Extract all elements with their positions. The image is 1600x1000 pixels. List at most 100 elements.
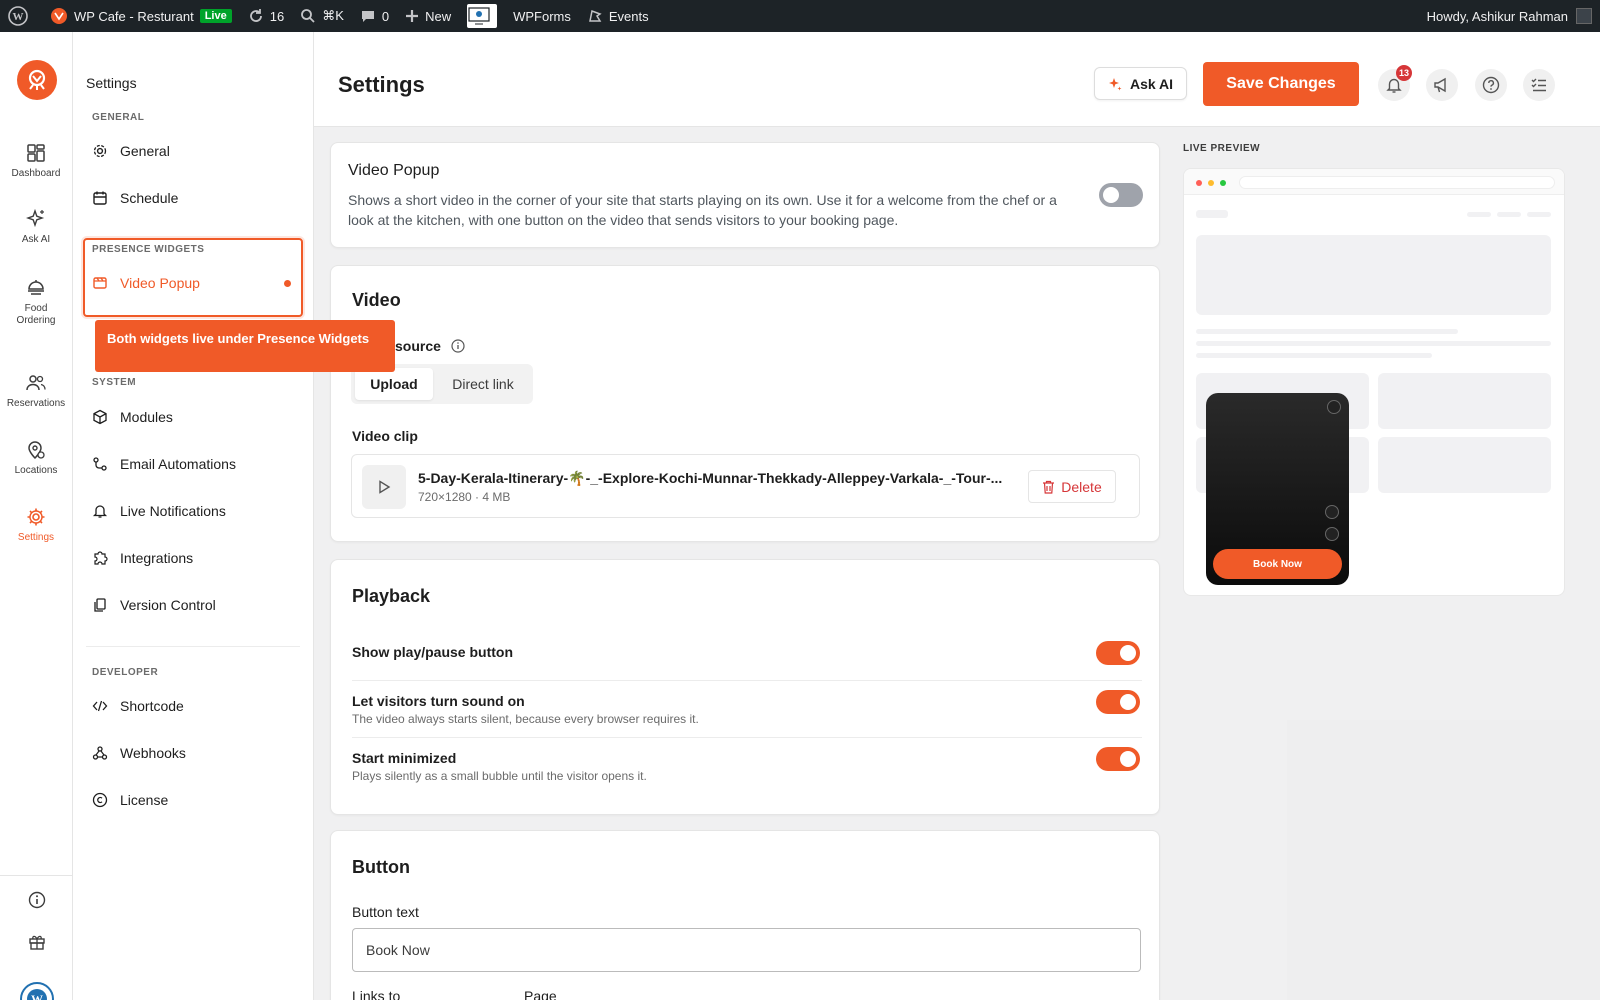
wp-admin-bar: W WP Cafe - Resturant Live 16 ⌘K 0 New W…: [0, 0, 1600, 32]
wordpress-circle-icon[interactable]: W: [20, 982, 54, 1000]
button-text-input[interactable]: Book Now: [352, 928, 1141, 972]
rail-item-ask-ai[interactable]: Ask AI: [0, 196, 72, 258]
nav-item-general[interactable]: General: [86, 132, 300, 170]
section-general: GENERAL: [92, 112, 145, 123]
announcements-button[interactable]: [1426, 69, 1458, 101]
sound-on-toggle[interactable]: [1096, 690, 1140, 714]
sparkle-icon: [26, 208, 45, 227]
nav-item-modules[interactable]: Modules: [86, 398, 300, 436]
info-icon[interactable]: [451, 339, 465, 353]
megaphone-icon: [1434, 77, 1446, 93]
button-card: Button Button text Book Now Links to Pag…: [330, 830, 1160, 1000]
toggle-knob: [1120, 751, 1136, 767]
page-title: Settings: [338, 72, 425, 97]
video-popup-title: Video Popup: [348, 162, 440, 179]
skeleton-block: [1467, 212, 1491, 217]
skeleton-block: [1196, 210, 1228, 218]
skeleton-hero: [1196, 235, 1551, 315]
nav-label: Integrations: [120, 550, 194, 566]
events-link[interactable]: Events: [579, 0, 657, 32]
nav-item-shortcode[interactable]: Shortcode: [86, 687, 300, 725]
video-popup-enable-toggle[interactable]: [1099, 183, 1143, 207]
sparkle-icon: [1108, 77, 1122, 90]
user-account-link[interactable]: Howdy, Ashikur Rahman: [1419, 0, 1600, 32]
help-button[interactable]: [1475, 69, 1507, 101]
files-icon: [94, 598, 106, 612]
tab-direct-link[interactable]: Direct link: [437, 368, 529, 400]
save-changes-button[interactable]: Save Changes: [1203, 62, 1359, 106]
skeleton-card: [1378, 437, 1551, 493]
start-minimized-toggle[interactable]: [1096, 747, 1140, 771]
svg-text:W: W: [13, 11, 24, 23]
ask-ai-label: Ask AI: [1129, 75, 1174, 92]
nav-label: Shortcode: [120, 698, 184, 714]
links-to-label: Links to: [352, 988, 401, 1000]
skeleton-card: [1378, 373, 1551, 429]
section-presence-widgets: PRESENCE WIDGETS: [92, 244, 205, 255]
updates-link[interactable]: 16: [240, 0, 292, 32]
settings-nav-title: Settings: [86, 75, 137, 91]
wpcafe-logo-icon[interactable]: [17, 60, 57, 100]
comments-count: 0: [381, 8, 390, 24]
rail-item-locations[interactable]: Locations: [0, 427, 72, 489]
rail-item-food-ordering[interactable]: Food Ordering: [0, 270, 72, 334]
show-play-pause-toggle[interactable]: [1096, 641, 1140, 665]
info-icon[interactable]: [27, 890, 47, 910]
gear-icon: [93, 144, 107, 158]
nav-item-video-popup[interactable]: Video Popup: [86, 264, 300, 302]
nav-item-integrations[interactable]: Integrations: [86, 539, 300, 577]
skeleton-line: [1196, 329, 1458, 334]
search-shortcut-label: ⌘K: [322, 8, 344, 23]
nav-label: Video Popup: [120, 275, 200, 291]
tab-upload[interactable]: Upload: [355, 368, 433, 400]
new-content-link[interactable]: New: [397, 0, 459, 32]
plus-icon: [406, 10, 419, 22]
rail-item-reservations[interactable]: Reservations: [0, 360, 72, 422]
video-clip-item: 5-Day-Kerala-Itinerary-🌴-_-Explore-Kochi…: [351, 454, 1140, 518]
rail-label: Food Ordering: [16, 302, 56, 326]
nav-item-license[interactable]: License: [86, 781, 300, 819]
wordpress-logo-icon[interactable]: W: [0, 0, 42, 32]
clip-play-button[interactable]: [362, 465, 406, 509]
playback-card: Playback Show play/pause button Let visi…: [330, 559, 1160, 815]
rail-item-dashboard[interactable]: Dashboard: [0, 130, 72, 192]
rail-item-settings[interactable]: Settings: [0, 492, 72, 558]
playback-row-label: Let visitors turn sound on: [352, 693, 525, 709]
search-shortcut[interactable]: ⌘K: [292, 0, 352, 32]
preview-url-bar: [1239, 176, 1555, 189]
checklist-button[interactable]: [1523, 69, 1555, 101]
nav-item-webhooks[interactable]: Webhooks: [86, 734, 300, 772]
button-card-title: Button: [352, 857, 410, 877]
nav-item-version-control[interactable]: Version Control: [86, 586, 300, 624]
nav-item-schedule[interactable]: Schedule: [86, 179, 300, 217]
gift-icon[interactable]: [27, 932, 47, 952]
webhook-icon: [92, 746, 108, 760]
presence-widgets-tooltip: Both widgets live under Presence Widgets: [95, 320, 395, 372]
site-logo-icon: [51, 8, 67, 24]
cube-icon: [93, 409, 107, 425]
help-icon: [1482, 76, 1500, 94]
dashboard-icon: [27, 143, 45, 162]
calendar-icon: [93, 191, 107, 205]
screen-thumb[interactable]: [459, 0, 505, 32]
video-popup-preview: Book Now: [1206, 393, 1349, 585]
site-name-link[interactable]: WP Cafe - Resturant Live: [42, 0, 240, 32]
location-icon: [28, 440, 45, 459]
automation-icon: [93, 457, 107, 471]
trash-icon: [1043, 480, 1055, 494]
window-dot-yellow: [1208, 180, 1214, 186]
wpforms-link[interactable]: WPForms: [505, 0, 579, 32]
clip-meta: 720×1280 · 4 MB: [418, 490, 511, 504]
rail-divider: [0, 875, 72, 876]
toggle-knob: [1120, 694, 1136, 710]
playback-row-help: Plays silently as a small bubble until t…: [352, 769, 647, 783]
nav-label: Live Notifications: [120, 503, 226, 519]
ask-ai-button[interactable]: Ask AI: [1094, 67, 1187, 100]
nav-item-email-automations[interactable]: Email Automations: [86, 445, 300, 483]
toggle-knob: [1103, 187, 1119, 203]
notifications-button[interactable]: 13: [1378, 65, 1412, 101]
delete-clip-button[interactable]: Delete: [1028, 470, 1116, 503]
window-dot-green: [1220, 180, 1226, 186]
comments-link[interactable]: 0: [352, 0, 397, 32]
nav-item-live-notifications[interactable]: Live Notifications: [86, 492, 300, 530]
